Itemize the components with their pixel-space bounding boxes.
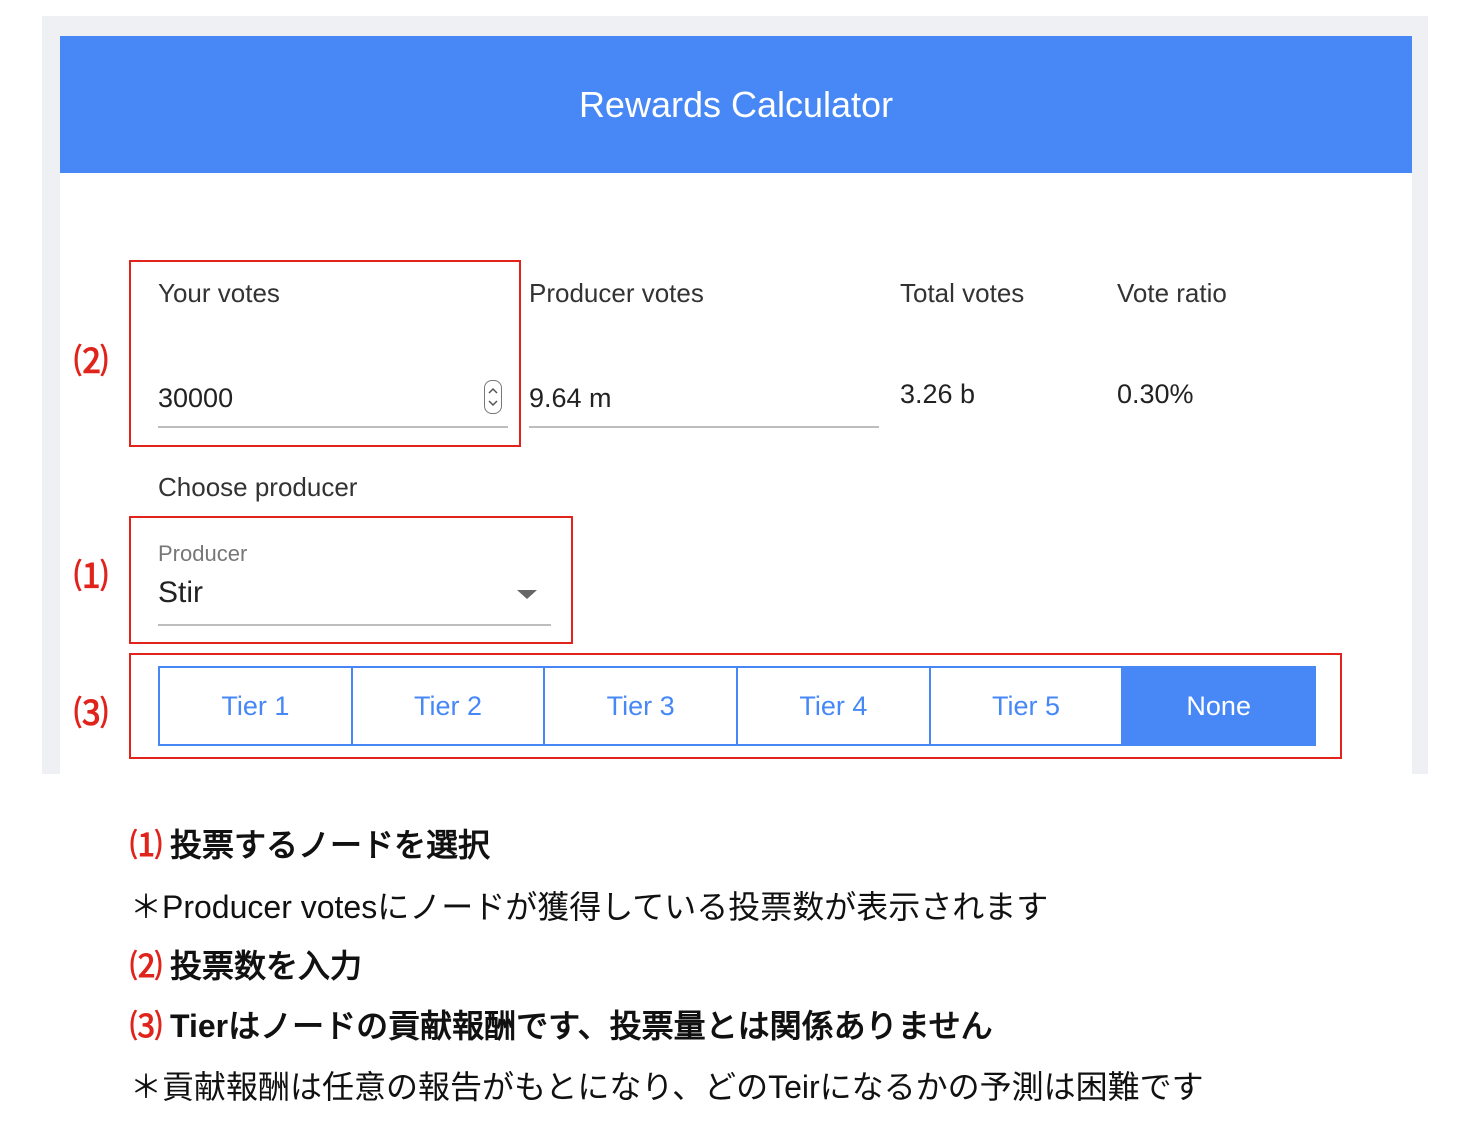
page-title: Rewards Calculator [60,36,1412,173]
producer-votes-value: 9.64 m [529,383,612,413]
annotation-marker-2: ⑵ [74,343,108,381]
note-text-3: 投票数を入力 [170,948,363,984]
annotation-box-3 [129,653,1342,759]
note-line-1: ⑴ 投票するノードを選択 [130,820,490,866]
annotation-marker-3: ⑶ [74,695,108,733]
note-marker-2: ⑵ [130,948,163,984]
note-line-3: ⑵ 投票数を入力 [130,941,362,987]
note-text-1: 投票するノードを選択 [170,827,491,863]
annotation-marker-1: ⑴ [74,558,108,596]
total-votes-value: 3.26 b [900,379,976,409]
choose-producer-label: Choose producer [158,472,358,502]
annotation-box-1 [129,516,573,644]
note-marker-3: ⑶ [130,1008,163,1044]
producer-votes-label: Producer votes [529,278,704,308]
note-text-4: Tierはノードの貢献報酬です、投票量とは関係ありません [170,1008,993,1044]
total-votes-label: Total votes [900,278,1025,308]
annotation-box-2 [129,260,521,447]
note-line-5: ＊貢献報酬は任意の報告がもとになり、どのTeirになるかの予測は困難です [130,1069,1204,1105]
note-line-2: ＊Producer votesにノードが獲得している投票数が表示されます [130,889,1049,925]
vote-ratio-label: Vote ratio [1117,278,1227,308]
note-marker-1: ⑴ [130,827,163,863]
note-line-4: ⑶ Tierはノードの貢献報酬です、投票量とは関係ありません [130,1001,993,1047]
vote-ratio-value: 0.30% [1117,379,1194,409]
producer-votes-underline [529,426,879,428]
